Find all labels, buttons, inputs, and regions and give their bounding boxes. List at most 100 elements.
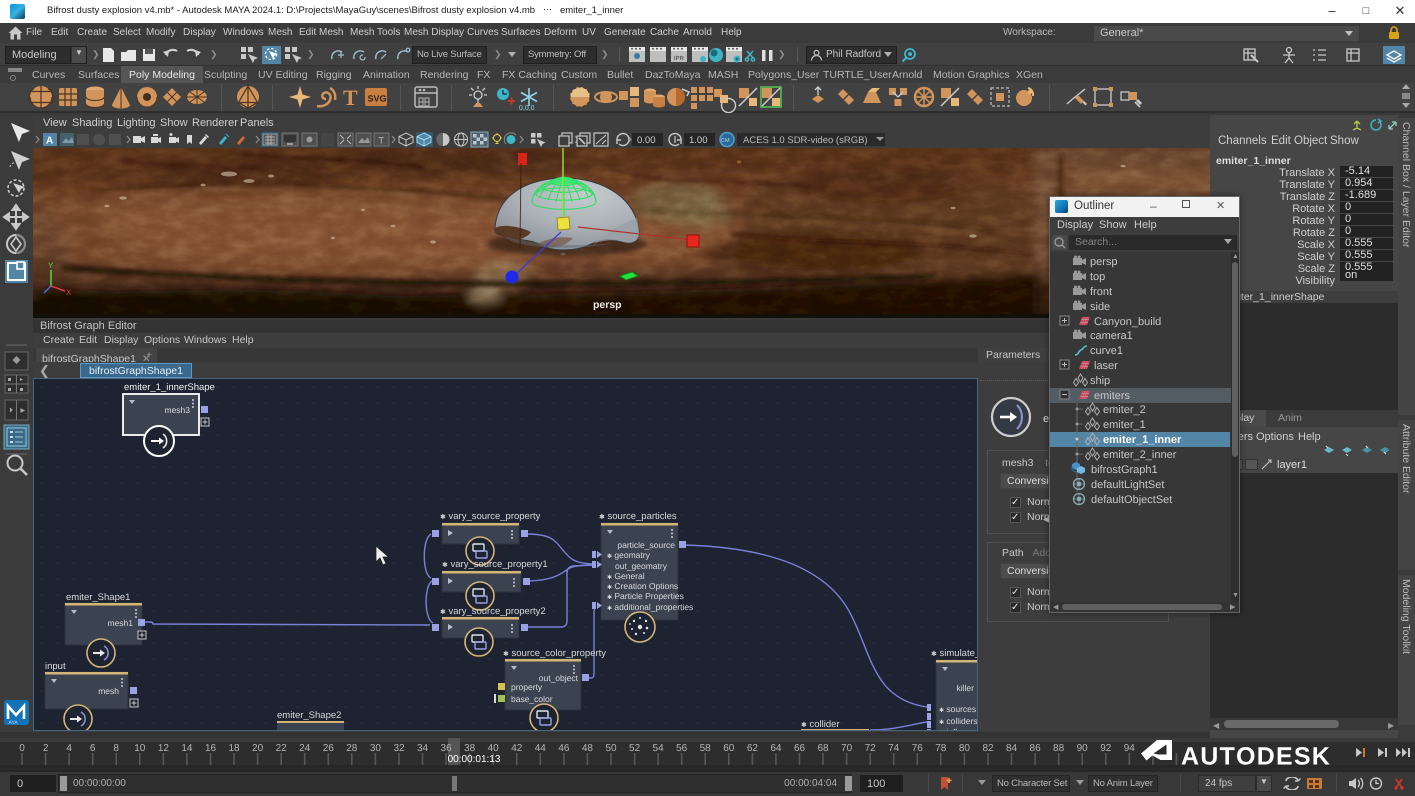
svg-text:90: 90 — [1077, 743, 1089, 754]
svg-text:6: 6 — [90, 743, 96, 754]
svg-text:Canyon_build: Canyon_build — [1094, 316, 1161, 328]
svg-text:top: top — [1090, 271, 1105, 283]
svg-text:66: 66 — [794, 743, 806, 754]
svg-text:20: 20 — [252, 743, 264, 754]
svg-text:persp: persp — [593, 299, 622, 311]
svg-text:16: 16 — [205, 743, 217, 754]
svg-text:✱ vary_source_property: ✱ vary_source_property — [440, 511, 541, 522]
svg-text:4: 4 — [66, 743, 72, 754]
svg-text:58: 58 — [700, 743, 712, 754]
svg-text:emiter_1_innerShape: emiter_1_innerShape — [124, 382, 215, 393]
svg-text:bifrostGraph1: bifrostGraph1 — [1091, 464, 1158, 476]
svg-text:✱ simulate_parti: ✱ simulate_parti — [931, 648, 977, 659]
svg-text:out_object: out_object — [539, 673, 579, 683]
svg-text:52: 52 — [629, 743, 641, 754]
svg-text:emiter_1: emiter_1 — [1103, 419, 1146, 431]
svg-text:Y: Y — [48, 261, 54, 270]
svg-text:80: 80 — [959, 743, 971, 754]
svg-text:✱ influences: ✱ influences — [939, 727, 977, 730]
svg-text:✱ additional_properties: ✱ additional_properties — [607, 602, 693, 612]
svg-text:68: 68 — [817, 743, 829, 754]
svg-text:ship: ship — [1090, 375, 1110, 387]
svg-text:56: 56 — [676, 743, 688, 754]
svg-text:IPR: IPR — [674, 55, 685, 62]
svg-text:✱ Creation Options: ✱ Creation Options — [607, 581, 678, 591]
svg-text:78: 78 — [935, 743, 947, 754]
svg-text:0.00: 0.00 — [637, 135, 656, 146]
svg-text:persp: persp — [1090, 256, 1118, 268]
svg-text:mesh: mesh — [98, 686, 119, 696]
svg-text:46: 46 — [558, 743, 570, 754]
svg-text:mesh1: mesh1 — [107, 618, 133, 628]
svg-text:94: 94 — [1124, 743, 1136, 754]
svg-text:emiter_1_inner: emiter_1_inner — [1103, 434, 1182, 446]
svg-text:✱ sources: ✱ sources — [939, 704, 976, 714]
svg-text:74: 74 — [888, 743, 900, 754]
svg-text:✱ vary_source_property2: ✱ vary_source_property2 — [440, 606, 546, 617]
svg-text:8: 8 — [113, 743, 119, 754]
svg-text:emiters: emiters — [1094, 390, 1131, 402]
svg-text:defaultLightSet: defaultLightSet — [1091, 479, 1164, 491]
svg-text:18: 18 — [228, 743, 240, 754]
svg-text:82: 82 — [982, 743, 994, 754]
svg-text:44: 44 — [535, 743, 547, 754]
svg-text:34: 34 — [417, 743, 429, 754]
svg-text:26: 26 — [323, 743, 335, 754]
svg-text:2: 2 — [43, 743, 49, 754]
svg-text:emiter_Shape1: emiter_Shape1 — [66, 592, 130, 603]
svg-text:front: front — [1090, 286, 1112, 298]
svg-text:laser: laser — [1094, 360, 1118, 372]
svg-text:1.00: 1.00 — [689, 135, 708, 146]
svg-text:defaultObjectSet: defaultObjectSet — [1091, 494, 1172, 506]
svg-text:50: 50 — [605, 743, 617, 754]
svg-text:30: 30 — [370, 743, 382, 754]
svg-text:22: 22 — [276, 743, 288, 754]
svg-text:✱ Particle Properties: ✱ Particle Properties — [607, 591, 684, 601]
svg-text:48: 48 — [582, 743, 594, 754]
svg-text:mesh3: mesh3 — [164, 405, 190, 415]
svg-text:10: 10 — [134, 743, 146, 754]
svg-text:✱ General: ✱ General — [607, 571, 645, 581]
svg-text:emiter_2: emiter_2 — [1103, 404, 1146, 416]
svg-text:CM: CM — [721, 138, 730, 144]
svg-text:particle_source: particle_source — [617, 540, 675, 550]
svg-text:X: X — [66, 288, 72, 297]
svg-text:killer: killer — [957, 683, 975, 693]
svg-text:side: side — [1090, 301, 1110, 313]
svg-text:62: 62 — [747, 743, 759, 754]
svg-text:✱ vary_source_property1: ✱ vary_source_property1 — [442, 559, 548, 570]
svg-text:70: 70 — [841, 743, 853, 754]
svg-text:emiter_2_inner: emiter_2_inner — [1103, 449, 1177, 461]
svg-text:0: 0 — [19, 743, 25, 754]
svg-text:property: property — [511, 682, 543, 692]
svg-text:✱ source_particles: ✱ source_particles — [599, 511, 677, 522]
svg-text:A: A — [46, 136, 53, 147]
svg-text:32: 32 — [393, 743, 405, 754]
svg-text:12: 12 — [158, 743, 170, 754]
svg-text:42: 42 — [511, 743, 523, 754]
svg-text:T: T — [379, 136, 385, 146]
svg-text:84: 84 — [1006, 743, 1018, 754]
svg-text:out_geomatry: out_geomatry — [615, 561, 668, 571]
svg-text:✱ colliders: ✱ colliders — [939, 716, 977, 726]
svg-text:88: 88 — [1053, 743, 1065, 754]
svg-text:54: 54 — [653, 743, 665, 754]
svg-text:emiter_Shape2: emiter_Shape2 — [277, 710, 341, 721]
svg-text:76: 76 — [912, 743, 924, 754]
svg-text:64: 64 — [770, 743, 782, 754]
svg-text:00:00:01:13: 00:00:01:13 — [448, 754, 501, 765]
svg-text:camera1: camera1 — [1090, 330, 1133, 342]
svg-text:36: 36 — [441, 743, 453, 754]
svg-text:AYA: AYA — [9, 720, 19, 726]
svg-text:28: 28 — [346, 743, 358, 754]
svg-text:72: 72 — [865, 743, 877, 754]
svg-text:✽ geomatry: ✽ geomatry — [607, 550, 651, 560]
svg-text:ACES 1.0 SDR-video (sRGB): ACES 1.0 SDR-video (sRGB) — [743, 135, 868, 146]
svg-text:14: 14 — [181, 743, 193, 754]
svg-text:✱ source_color_property: ✱ source_color_property — [503, 648, 606, 659]
svg-text:60: 60 — [723, 743, 735, 754]
svg-text:curve1: curve1 — [1090, 345, 1123, 357]
svg-text:92: 92 — [1100, 743, 1112, 754]
svg-text:24: 24 — [299, 743, 311, 754]
svg-text:40: 40 — [488, 743, 500, 754]
